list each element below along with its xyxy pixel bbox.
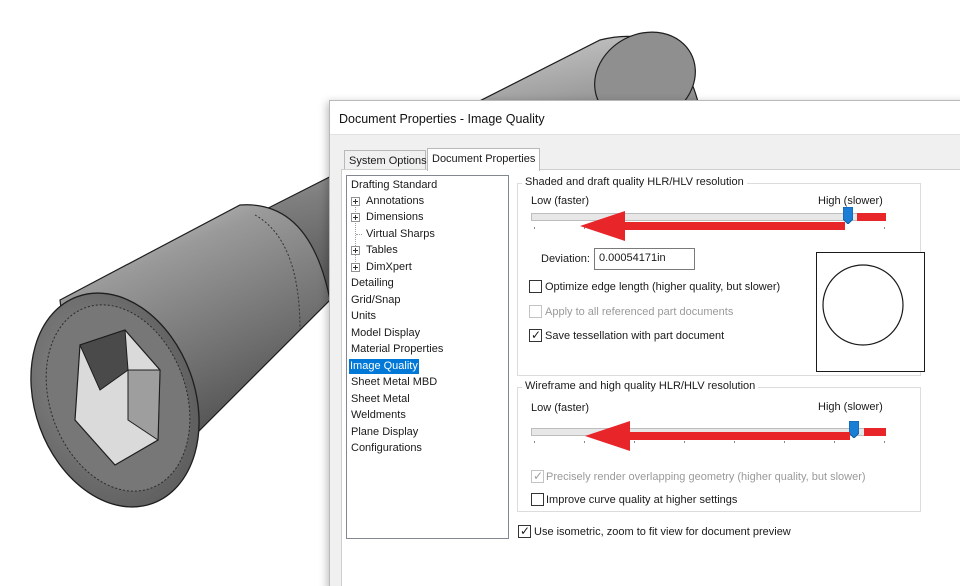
slider-tick [784,227,785,229]
tree-item-grid-snap[interactable]: Grid/Snap [350,293,402,308]
tree-item-drafting-standard[interactable]: Drafting Standard [350,178,438,193]
shaded-quality-slider[interactable] [531,213,886,221]
shaded-group-label: Shaded and draft quality HLR/HLV resolut… [522,176,747,188]
deviation-label: Deviation: [541,253,590,265]
tree-item-tables[interactable]: Tables [365,243,399,258]
slider-tick [734,227,735,229]
slider-tick [584,441,585,443]
slider-tick [784,441,785,443]
slider-tick [684,441,685,443]
plus-box-icon[interactable] [351,246,360,255]
wireframe-low-label: Low (faster) [531,402,590,414]
slider-tick [634,441,635,443]
wireframe-high-label: High (slower) [818,401,883,413]
wireframe-quality-slider[interactable] [531,428,886,436]
checkmark-icon: ✓ [533,469,544,483]
options-tree[interactable]: Drafting Standard Annotations Dimensions… [346,175,509,539]
slider-tick [534,441,535,443]
tree-item-material-properties[interactable]: Material Properties [350,342,444,357]
slider-tick [884,227,885,229]
plus-box-icon[interactable] [351,263,360,272]
tab-system-options[interactable]: System Options [344,150,427,170]
precise-render-checkbox[interactable]: ✓ [531,469,544,483]
tree-item-configurations[interactable]: Configurations [350,441,423,456]
tree-item-dimensions[interactable]: Dimensions [365,210,424,225]
tree-item-image-quality[interactable]: Image Quality [349,359,419,374]
deviation-input[interactable]: 0.00054171in [594,248,695,270]
tab-content-panel: Drafting Standard Annotations Dimensions… [341,169,960,586]
tree-item-weldments[interactable]: Weldments [350,408,407,423]
checkmark-icon: ✓ [520,524,531,538]
wireframe-slider-high-zone [864,428,886,436]
improve-curve-label: Improve curve quality at higher settings [546,494,738,506]
title-bar[interactable]: Document Properties - Image Quality [330,101,960,135]
shaded-slider-high-zone [857,213,886,221]
apply-referenced-checkbox[interactable] [529,305,542,318]
isometric-preview-checkbox[interactable]: ✓ [518,524,531,538]
preview-circle-icon [822,264,904,346]
slider-tick [584,227,585,229]
precise-render-label: Precisely render overlapping geometry (h… [546,471,866,483]
tree-guide-line [355,200,356,272]
plus-box-icon[interactable] [351,213,360,222]
wireframe-group-label: Wireframe and high quality HLR/HLV resol… [522,380,759,392]
plus-box-icon[interactable] [351,197,360,206]
improve-curve-checkbox[interactable] [531,493,544,506]
slider-tick [534,227,535,229]
save-tessellation-label: Save tessellation with part document [545,330,725,342]
tree-item-virtual-sharps[interactable]: Virtual Sharps [365,227,436,242]
document-preview [816,252,925,372]
tree-item-sheet-metal-mbd[interactable]: Sheet Metal MBD [350,375,438,390]
document-properties-dialog: Document Properties - Image Quality Syst… [329,100,960,586]
tree-item-plane-display[interactable]: Plane Display [350,425,419,440]
slider-tick [684,227,685,229]
tree-item-model-display[interactable]: Model Display [350,326,421,341]
apply-referenced-label: Apply to all referenced part documents [545,306,734,318]
tab-document-properties[interactable]: Document Properties [427,148,540,171]
optimize-edge-checkbox[interactable] [529,280,542,293]
slider-tick [884,441,885,443]
slider-tick [834,441,835,443]
slider-tick [834,227,835,229]
shaded-high-label: High (slower) [818,195,883,207]
tree-item-detailing[interactable]: Detailing [350,276,395,291]
optimize-edge-label: Optimize edge length (higher quality, bu… [545,281,781,293]
tree-item-sheet-metal[interactable]: Sheet Metal [350,392,411,407]
tree-item-annotations[interactable]: Annotations [365,194,425,209]
save-tessellation-checkbox[interactable]: ✓ [529,328,542,342]
shaded-slider-thumb[interactable] [843,207,853,224]
tree-item-units[interactable]: Units [350,309,377,324]
wireframe-slider-thumb[interactable] [849,421,859,438]
tree-item-dimxpert[interactable]: DimXpert [365,260,413,275]
tree-branch-line [356,234,362,235]
isometric-preview-label: Use isometric, zoom to fit view for docu… [534,526,791,538]
slider-tick [734,441,735,443]
dialog-title: Document Properties - Image Quality [339,112,545,126]
shaded-low-label: Low (faster) [531,195,590,207]
slider-tick [634,227,635,229]
checkmark-icon: ✓ [531,328,542,342]
